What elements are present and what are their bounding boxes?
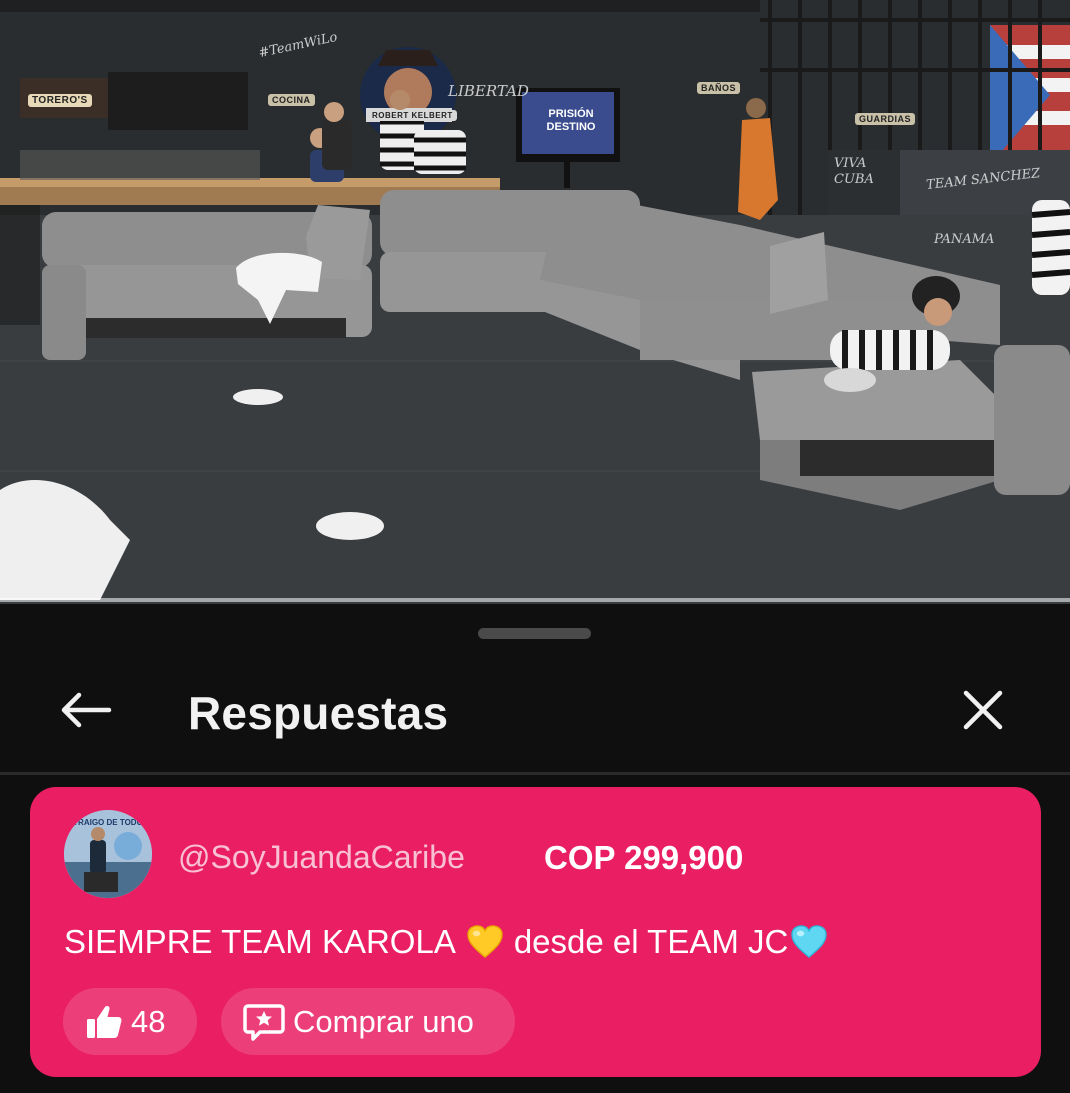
superchat-message: SIEMPRE TEAM KAROLA desde el TEAM JC: [64, 923, 828, 961]
replies-sheet: Respuestas TRAIGO DE TODO @SoyJuandaCari…: [0, 604, 1070, 1093]
arrow-left-icon: [61, 692, 112, 728]
like-count: 48: [131, 1003, 166, 1039]
avatar-text: TRAIGO DE TODO: [73, 818, 143, 827]
drag-handle[interactable]: [478, 628, 591, 639]
chalk-panama: PANAMA: [934, 232, 995, 247]
toreros-sign: TORERO'S: [28, 94, 92, 107]
super-chat-card: TRAIGO DE TODO @SoyJuandaCaribe COP 299,…: [30, 787, 1041, 1077]
back-button[interactable]: [50, 680, 120, 740]
video-progress-bar[interactable]: [0, 598, 1070, 602]
message-text-part1: SIEMPRE TEAM KAROLA: [64, 923, 456, 960]
like-button[interactable]: 48: [63, 988, 197, 1055]
poster-name: ROBERT KELBERT: [368, 110, 457, 121]
author-handle[interactable]: @SoyJuandaCaribe: [178, 839, 465, 876]
avatar-image: TRAIGO DE TODO: [64, 810, 152, 898]
sheet-title: Respuestas: [188, 687, 449, 739]
message-text-part2: desde el TEAM JC: [513, 923, 789, 960]
chalk-liberta: LIBERTAD: [448, 82, 529, 100]
cocina-sign: COCINA: [268, 94, 315, 106]
buy-one-label: Comprar uno: [293, 1003, 474, 1039]
banos-sign: BAÑOS: [697, 82, 741, 94]
guardias-sign: GUARDIAS: [855, 113, 916, 125]
video-player[interactable]: PRISIÓN DESTINO TORERO'S COCINA BAÑOS GU…: [0, 0, 1070, 604]
thumbs-up-icon: [87, 1005, 122, 1038]
tv-show-logo: PRISIÓN DESTINO: [546, 108, 596, 133]
superchat-amount: COP 299,900: [544, 839, 744, 876]
light-blue-heart-icon: [791, 925, 828, 959]
close-icon: [963, 690, 1003, 730]
video-frame: [0, 0, 1070, 604]
super-chat-buy-icon: [243, 1003, 285, 1041]
yellow-heart-icon: [467, 925, 503, 959]
close-button[interactable]: [950, 680, 1016, 740]
superchat-actions: 48 Comprar uno: [63, 988, 515, 1055]
sheet-header: Respuestas: [0, 666, 1070, 756]
buy-one-button[interactable]: Comprar uno: [221, 988, 515, 1055]
header-divider: [0, 772, 1070, 775]
avatar[interactable]: TRAIGO DE TODO: [64, 810, 152, 898]
chalk-viva-cuba: VIVA CUBA: [834, 156, 874, 187]
